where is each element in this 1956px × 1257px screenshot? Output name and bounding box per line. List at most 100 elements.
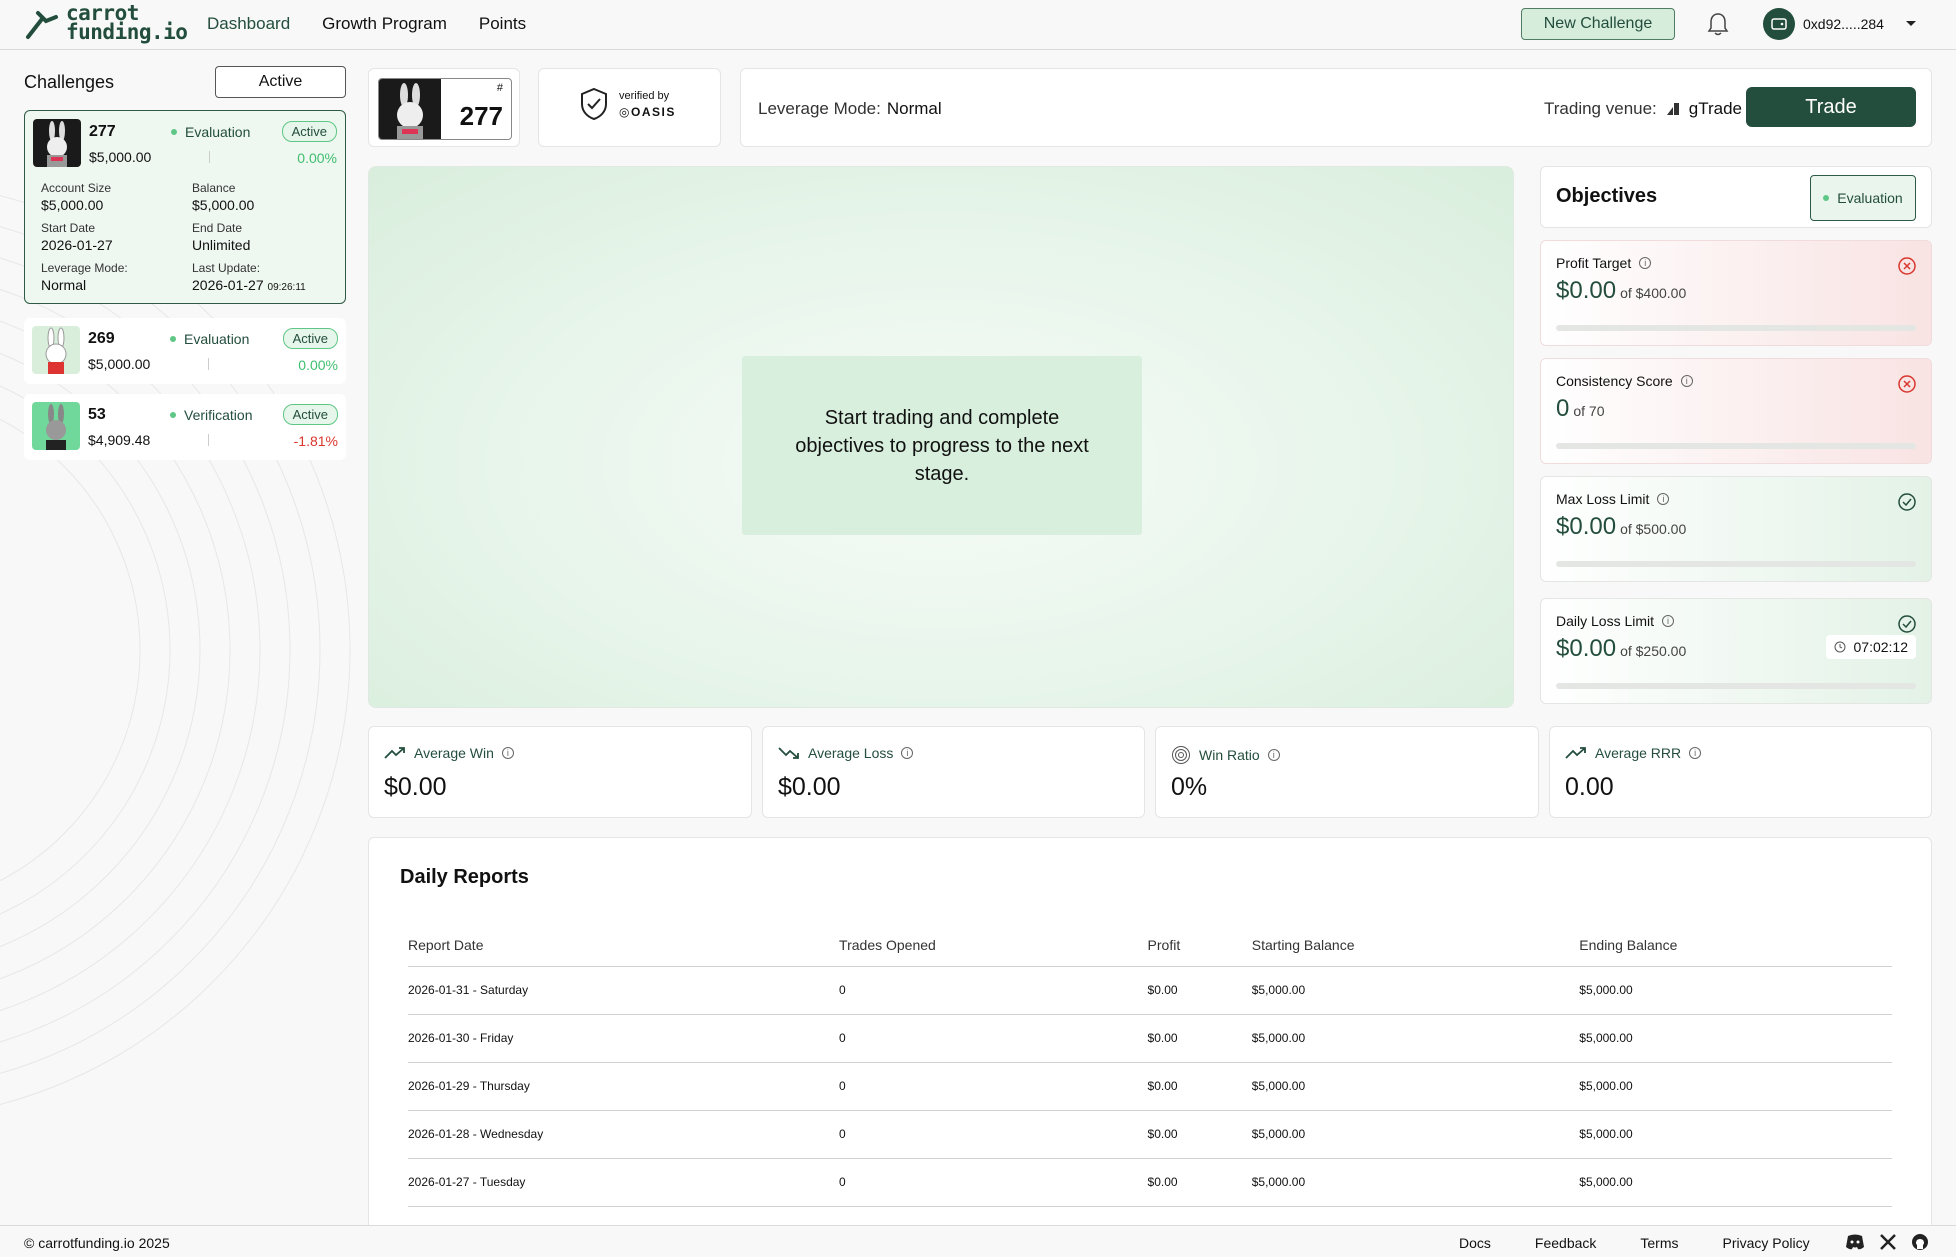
trading-venue-name: gTrade	[1688, 99, 1743, 118]
info-icon[interactable]: i	[1639, 257, 1652, 269]
balance-value: $5,000.00	[192, 197, 255, 213]
challenge-card-53[interactable]: 53 $4,909.48 Verification Active -1.81%	[24, 394, 346, 460]
status-dot-icon	[170, 412, 176, 418]
info-icon[interactable]: i	[1267, 749, 1280, 761]
stat-label: Average RRR	[1595, 745, 1682, 761]
info-icon[interactable]: i	[501, 747, 514, 759]
challenge-phase: Evaluation	[171, 124, 250, 140]
challenge-amount: $4,909.48	[88, 432, 151, 448]
table-cell: $5,000.00	[1251, 1158, 1580, 1207]
status-badge: Active	[282, 328, 338, 349]
bell-icon[interactable]	[1706, 11, 1730, 42]
gtrade-icon	[1666, 103, 1679, 115]
wallet-address: 0xd92.....284	[1803, 16, 1884, 32]
column-header[interactable]: Starting Balance	[1251, 924, 1580, 967]
status-dot-icon	[170, 336, 176, 342]
column-header[interactable]: Report Date	[408, 924, 840, 967]
info-icon[interactable]: i	[901, 747, 914, 759]
target-icon	[1172, 746, 1190, 764]
trade-button[interactable]: Trade	[1746, 87, 1916, 127]
challenge-card-269[interactable]: 269 $5,000.00 Evaluation Active 0.00%	[24, 318, 346, 384]
last-update-time: 09:26:11	[267, 282, 306, 293]
stat-average-loss: Average Loss i $0.00	[762, 726, 1145, 818]
objective-target: of 70	[1573, 403, 1605, 419]
column-header[interactable]: Trades Opened	[839, 924, 1148, 967]
table-header-row: Report Date Trades Opened Profit Startin…	[408, 924, 1892, 967]
wallet-menu[interactable]: 0xd92.....284	[1763, 8, 1920, 40]
challenge-amount: $5,000.00	[89, 149, 152, 165]
nav-growth-program[interactable]: Growth Program	[322, 14, 447, 34]
footer-terms-link[interactable]: Terms	[1640, 1235, 1678, 1251]
footer-feedback-link[interactable]: Feedback	[1535, 1235, 1596, 1251]
x-circle-icon	[1898, 375, 1916, 393]
challenge-id: 277	[89, 123, 116, 140]
footer-privacy-link[interactable]: Privacy Policy	[1723, 1235, 1810, 1251]
reset-timer: 07:02:12	[1825, 635, 1916, 659]
nav-dashboard[interactable]: Dashboard	[207, 14, 290, 34]
shield-check-icon	[581, 87, 607, 121]
stat-label: Average Win	[414, 745, 494, 761]
table-cell: $5,000.00	[1251, 1062, 1580, 1111]
github-icon[interactable]	[1911, 1233, 1929, 1251]
objective-label: Consistency Score	[1556, 373, 1673, 389]
last-update-value: 2026-01-27 09:26:11	[192, 277, 343, 293]
nav-points[interactable]: Points	[479, 14, 526, 34]
challenge-phase-label: Verification	[184, 407, 253, 423]
objective-progress-bar	[1556, 325, 1916, 331]
active-filter-button[interactable]: Active	[215, 66, 346, 98]
table-cell: $0.00	[1147, 1014, 1252, 1063]
table-cell: $5,000.00	[1579, 966, 1892, 1015]
objective-progress-bar	[1556, 683, 1916, 689]
new-challenge-button[interactable]: New Challenge	[1521, 8, 1675, 40]
objectives-header: Objectives Evaluation	[1540, 166, 1932, 228]
table-cell: $0.00	[1147, 1062, 1252, 1111]
account-size-label: Account Size	[41, 181, 112, 195]
challenge-card-277[interactable]: 277 $5,000.00 Evaluation Active 0.00% Ac…	[24, 110, 346, 304]
info-icon[interactable]: i	[1662, 615, 1675, 627]
oasis-name: OASIS	[630, 104, 676, 119]
challenges-sidebar: Challenges Active 277 $5,000.00 Evaluati…	[24, 66, 346, 460]
trading-venue-label: Trading venue:	[1544, 99, 1657, 118]
challenge-phase: Evaluation	[170, 331, 249, 347]
copyright: © carrotfunding.io 2025	[24, 1235, 170, 1251]
column-header[interactable]: Profit	[1147, 924, 1252, 967]
status-dot-icon	[1823, 195, 1830, 201]
rabbit-avatar	[32, 402, 80, 450]
daily-reports: Daily Reports Report Date Trades Opened …	[368, 837, 1932, 1237]
info-icon[interactable]: i	[1689, 747, 1702, 759]
table-row: 2026-01-31 - Saturday 0 $0.00 $5,000.00 $5,0…	[408, 966, 1892, 1015]
stat-label: Average Loss	[808, 745, 894, 761]
info-icon[interactable]: i	[1680, 375, 1693, 387]
objective-current: $0.00	[1556, 513, 1617, 540]
divider	[208, 434, 209, 446]
table-cell: 0	[839, 1014, 1148, 1063]
table-row: 2026-01-28 - Wednesday 0 $0.00 $5,000.00 $5,…	[408, 1110, 1892, 1159]
discord-icon[interactable]	[1845, 1233, 1865, 1251]
carrot-logo-icon	[26, 11, 58, 39]
divider	[208, 358, 209, 370]
table-cell: $5,000.00	[1251, 1110, 1580, 1159]
table-cell: 2026-01-30 - Friday	[408, 1014, 840, 1063]
table-row: 2026-01-27 - Tuesday 0 $0.00 $5,000.00 $5,00…	[408, 1158, 1892, 1207]
info-icon[interactable]: i	[1657, 493, 1670, 505]
rabbit-avatar	[33, 119, 81, 167]
brand-name: carrot funding.io	[66, 3, 188, 44]
challenge-details: Account Size $5,000.00 Balance $5,000.00 S…	[33, 181, 337, 293]
x-twitter-icon[interactable]	[1879, 1233, 1897, 1251]
objective-max-loss-limit: Max Loss Limit i $0.00 of $500.00	[1540, 476, 1932, 582]
stat-average-win: Average Win i $0.00	[368, 726, 752, 818]
leverage-mode-value: Normal	[886, 99, 942, 118]
divider	[209, 151, 210, 163]
account-hash: #	[496, 82, 503, 94]
brand-logo[interactable]: carrot funding.io	[24, 3, 188, 44]
footer-docs-link[interactable]: Docs	[1459, 1235, 1491, 1251]
brand-line-2: funding.io	[66, 20, 188, 44]
stat-average-rrr: Average RRR i 0.00	[1549, 726, 1932, 818]
table-cell: $0.00	[1147, 1158, 1252, 1207]
table-cell: 2026-01-27 - Tuesday	[408, 1158, 840, 1207]
verified-by-label: verified by	[619, 89, 670, 102]
challenge-pct: -1.81%	[293, 433, 338, 449]
column-header[interactable]: Ending Balance	[1579, 924, 1892, 967]
leverage-mode-label: Leverage Mode:	[758, 99, 881, 118]
table-cell: 0	[839, 1062, 1148, 1111]
